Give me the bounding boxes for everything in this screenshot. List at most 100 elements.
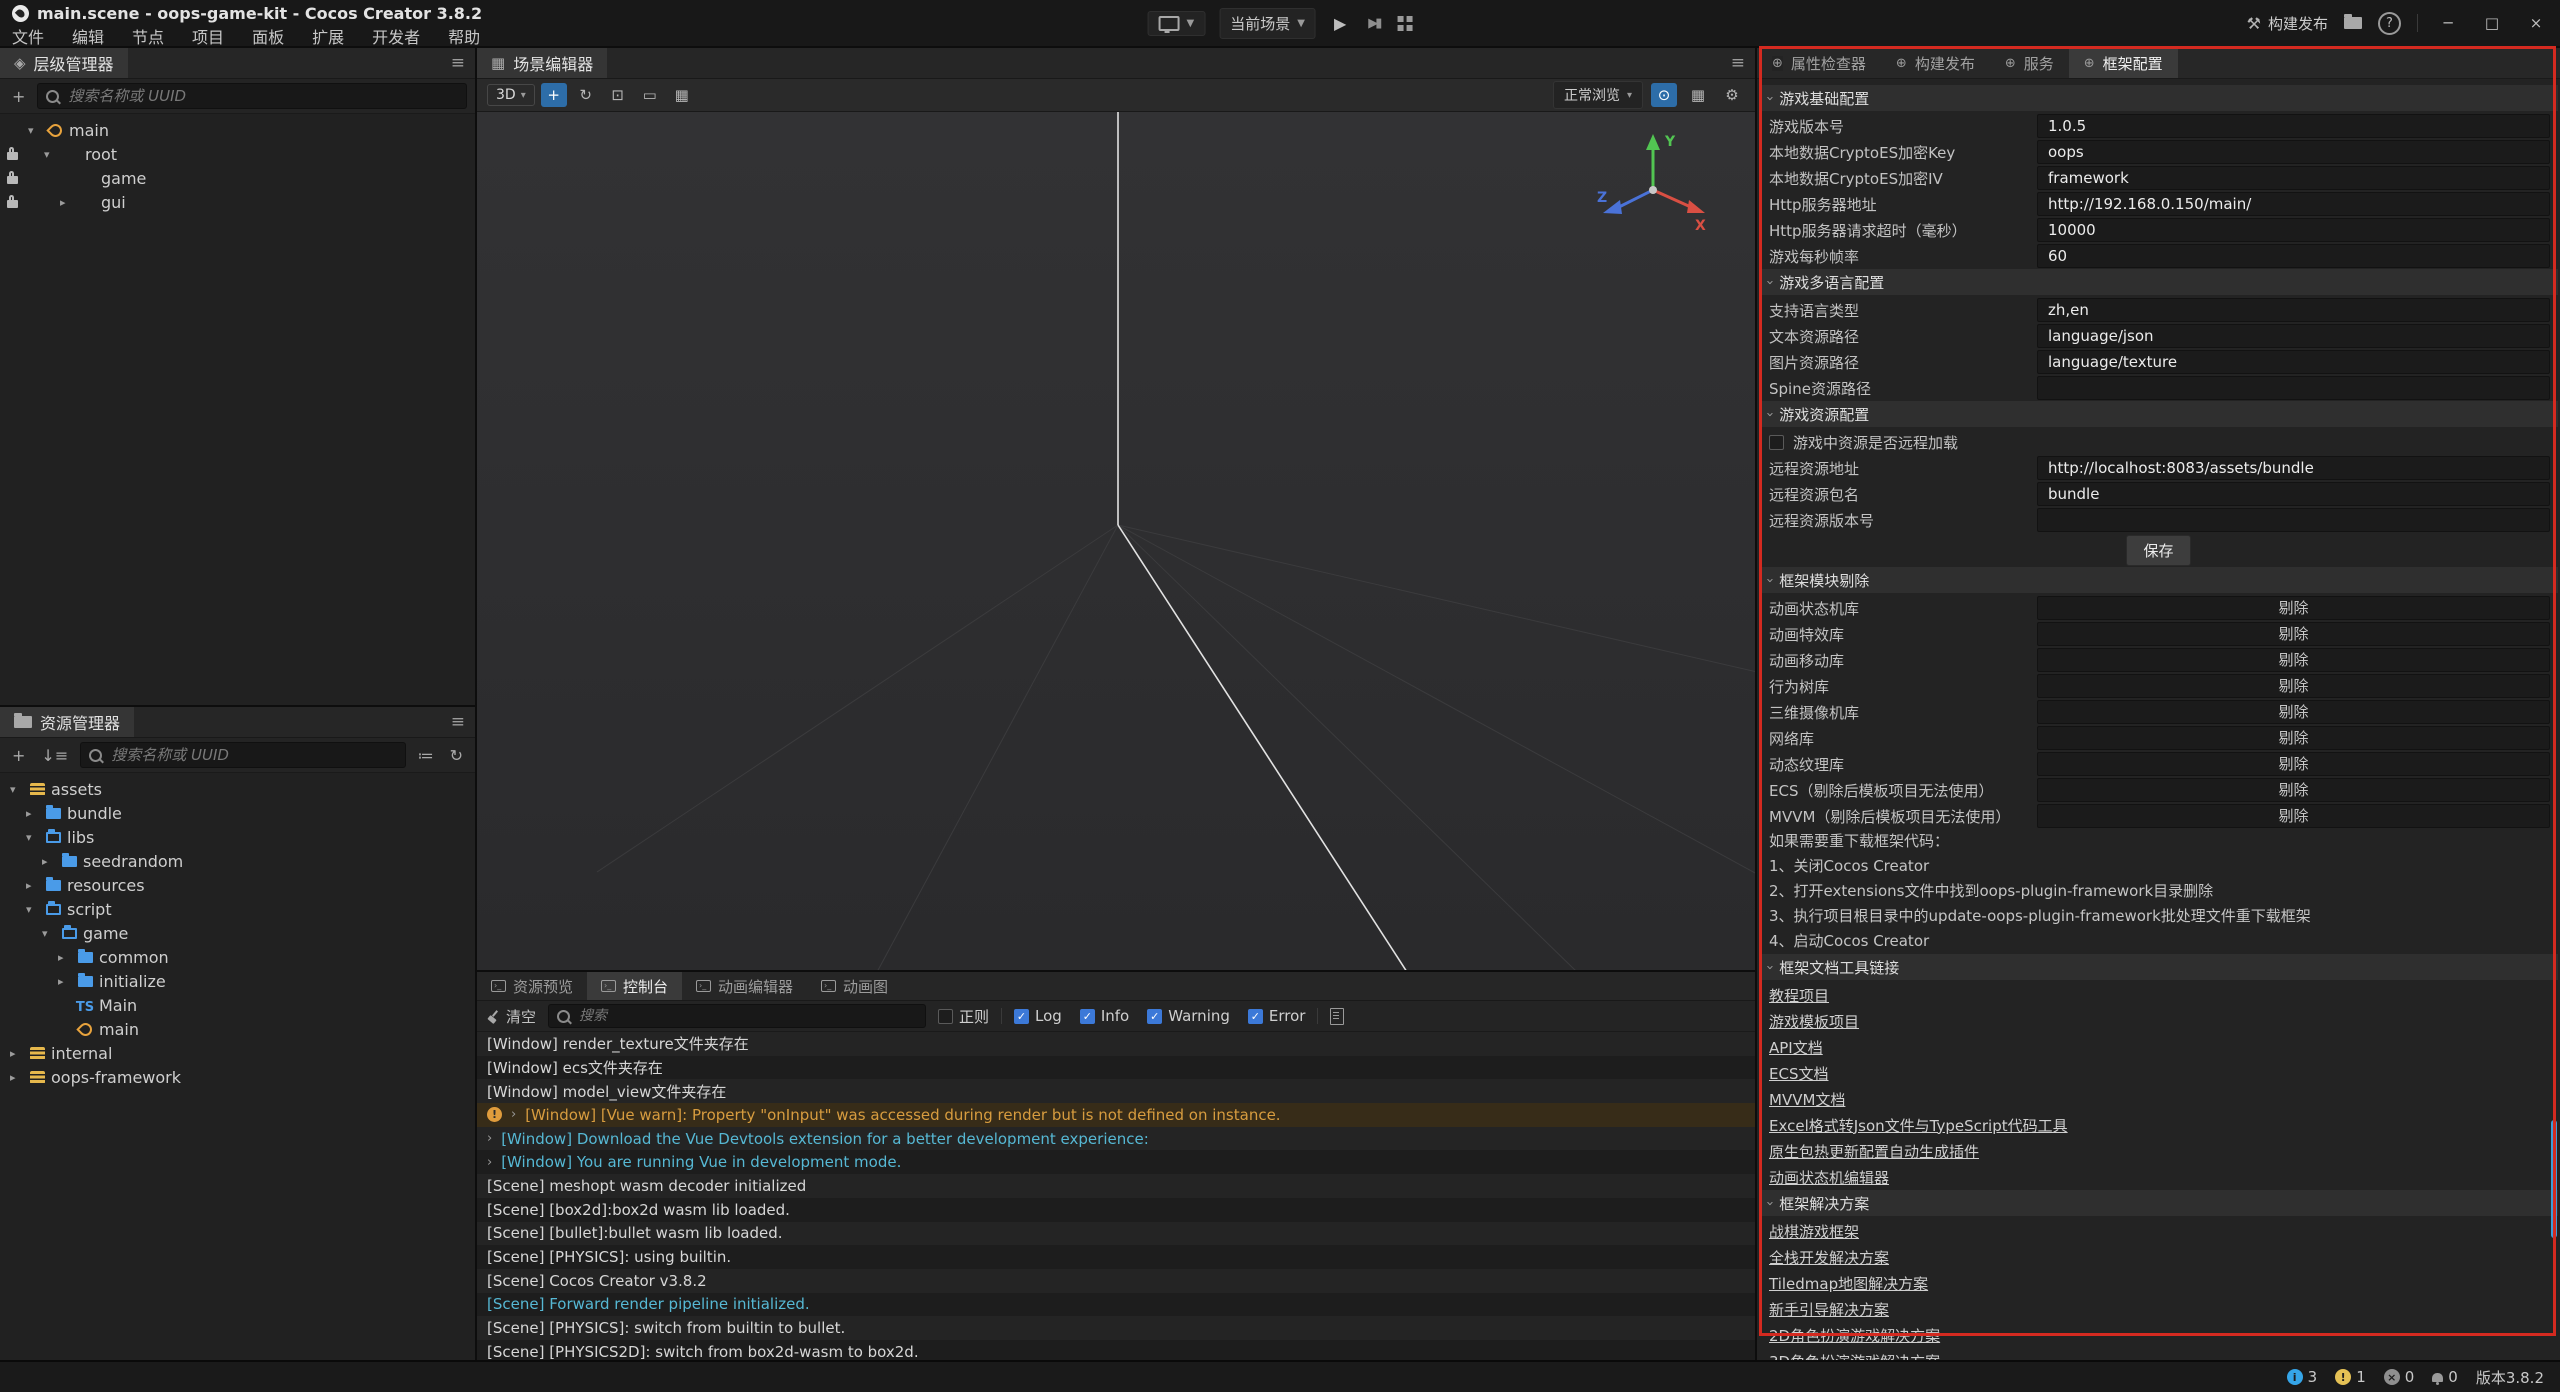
tree-item[interactable]: game — [0, 921, 475, 945]
notification-count[interactable]: 0 — [2432, 1368, 2458, 1386]
hierarchy-tab[interactable]: ◈ 层级管理器 — [0, 48, 128, 78]
log-row[interactable]: ! › [Window] model_view文件夹存在 — [477, 1079, 1755, 1103]
log-filter-checkbox[interactable]: Log — [1014, 1007, 1062, 1025]
filter-icon[interactable]: ≔ — [414, 746, 438, 765]
doc-link[interactable]: Excel格式转Json文件与TypeScript代码工具 — [1769, 1115, 2068, 1136]
remove-module-button[interactable]: 剔除 — [2037, 752, 2550, 776]
doc-link[interactable]: 原生包热更新配置自动生成插件 — [1769, 1141, 1979, 1162]
console-tab[interactable]: ›_ 动画图 — [807, 972, 902, 1000]
hierarchy-search-field[interactable] — [66, 86, 458, 106]
inspector-tab[interactable]: ⊕ 构建发布 — [1881, 48, 1990, 78]
view-mode-dropdown[interactable]: 正常浏览 ▾ — [1553, 81, 1643, 109]
log-row[interactable]: ! › [Scene] [bullet]:bullet wasm lib loa… — [477, 1222, 1755, 1246]
tree-item[interactable]: main — [0, 1017, 475, 1041]
section-header-basic[interactable]: › 游戏基础配置 — [1759, 85, 2558, 111]
expand-arrow-icon[interactable]: › — [511, 1107, 516, 1122]
text-input[interactable]: 60 — [2037, 244, 2550, 268]
collapse-log-icon[interactable] — [1330, 1008, 1344, 1025]
device-preview-dropdown[interactable]: ▼ — [1148, 11, 1206, 36]
tree-expand-arrow[interactable] — [42, 927, 59, 940]
console-tab[interactable]: ›_ 资源预览 — [477, 972, 587, 1000]
tree-expand-arrow[interactable] — [26, 903, 43, 916]
tree-expand-arrow[interactable] — [26, 879, 43, 892]
doc-link[interactable]: ECS文档 — [1769, 1063, 1828, 1084]
text-input[interactable]: framework — [2037, 166, 2550, 190]
log-row[interactable]: ! › [Scene] [box2d]:box2d wasm lib loade… — [477, 1198, 1755, 1222]
axis-gizmo[interactable]: Y X Z — [1595, 128, 1715, 248]
checkbox-checked-icon[interactable] — [1147, 1009, 1162, 1024]
assets-search-field[interactable] — [109, 745, 396, 765]
doc-link[interactable]: 教程项目 — [1769, 985, 1829, 1006]
create-asset-button[interactable]: + — [8, 746, 29, 765]
log-row[interactable]: ! › [Window] Download the Vue Devtools e… — [477, 1127, 1755, 1151]
maximize-button[interactable]: □ — [2478, 14, 2506, 32]
remove-module-button[interactable]: 剔除 — [2037, 622, 2550, 646]
solution-link[interactable]: 战棋游戏框架 — [1769, 1221, 1859, 1242]
text-input[interactable] — [2037, 508, 2550, 532]
scale-tool-button[interactable]: ⊡ — [605, 83, 631, 107]
text-input[interactable]: http://192.168.0.150/main/ — [2037, 192, 2550, 216]
remove-module-button[interactable]: 剔除 — [2037, 700, 2550, 724]
assets-tab[interactable]: 资源管理器 — [0, 707, 134, 737]
tree-expand-arrow[interactable] — [26, 807, 43, 820]
text-input[interactable]: bundle — [2037, 482, 2550, 506]
tree-item[interactable]: common — [0, 945, 475, 969]
section-header-modules[interactable]: › 框架模块剔除 — [1759, 567, 2558, 593]
tree-item[interactable]: script — [0, 897, 475, 921]
tree-expand-arrow[interactable] — [10, 1071, 27, 1084]
menu-item[interactable]: 节点 — [132, 24, 164, 44]
text-input[interactable]: language/json — [2037, 324, 2550, 348]
menu-item[interactable]: 项目 — [192, 24, 224, 44]
log-row[interactable]: ! › [Scene] Cocos Creator v3.8.2 — [477, 1269, 1755, 1293]
close-button[interactable]: × — [2522, 14, 2550, 32]
solution-link[interactable]: Tiledmap地图解决方案 — [1769, 1273, 1928, 1294]
log-row[interactable]: ! › [Scene] [PHYSICS]: using builtin. — [477, 1245, 1755, 1269]
tree-item[interactable]: oops-framework — [0, 1065, 475, 1089]
tree-expand-arrow[interactable] — [10, 783, 27, 796]
log-row[interactable]: ! › [Scene] Forward render pipeline init… — [477, 1293, 1755, 1317]
tree-expand-arrow[interactable] — [26, 831, 43, 844]
inspector-tab[interactable]: ⊕ 框架配置 — [2069, 48, 2178, 78]
log-row[interactable]: ! › [Window] render_texture文件夹存在 — [477, 1032, 1755, 1056]
checkbox-checked-icon[interactable] — [1014, 1009, 1029, 1024]
create-node-button[interactable]: + — [8, 87, 29, 106]
inspector-tab[interactable]: ⊕ 属性检查器 — [1757, 48, 1881, 78]
hierarchy-search-input[interactable] — [37, 83, 467, 109]
tree-item[interactable]: main — [0, 118, 475, 142]
menu-item[interactable]: 开发者 — [372, 24, 420, 44]
regex-checkbox[interactable]: 正则 — [938, 1006, 989, 1027]
tree-expand-arrow[interactable] — [42, 855, 59, 868]
tree-item[interactable]: Main — [0, 993, 475, 1017]
error-count[interactable]: × 0 — [2384, 1368, 2415, 1386]
remove-module-button[interactable]: 剔除 — [2037, 596, 2550, 620]
open-folder-icon[interactable] — [2344, 17, 2362, 29]
doc-link[interactable]: 动画状态机编辑器 — [1769, 1167, 1889, 1188]
scene-select-dropdown[interactable]: 当前场景 ▼ — [1219, 8, 1316, 39]
doc-link[interactable]: MVVM文档 — [1769, 1089, 1845, 1110]
log-row[interactable]: ! › [Scene] [PHYSICS]: switch from built… — [477, 1316, 1755, 1340]
section-header-language[interactable]: › 游戏多语言配置 — [1759, 269, 2558, 295]
tree-item[interactable]: assets — [0, 777, 475, 801]
remove-module-button[interactable]: 剔除 — [2037, 804, 2550, 828]
tree-expand-arrow[interactable] — [58, 951, 75, 964]
log-row[interactable]: ! › [Window] [Vue warn]: Property "onInp… — [477, 1103, 1755, 1127]
tree-expand-arrow[interactable] — [28, 124, 45, 137]
tree-item[interactable]: gui — [0, 190, 475, 214]
text-input[interactable]: language/texture — [2037, 350, 2550, 374]
text-input[interactable]: oops — [2037, 140, 2550, 164]
step-button[interactable]: ▶▮ — [1364, 16, 1383, 31]
assets-search-input[interactable] — [80, 742, 405, 768]
tree-item[interactable]: libs — [0, 825, 475, 849]
tree-item[interactable]: game — [0, 166, 475, 190]
checkbox-checked-icon[interactable] — [1080, 1009, 1095, 1024]
text-input[interactable]: 10000 — [2037, 218, 2550, 242]
panel-menu-icon[interactable]: ≡ — [451, 48, 465, 78]
console-tab[interactable]: ›_ 控制台 — [587, 972, 682, 1000]
menu-item[interactable]: 编辑 — [72, 24, 104, 44]
sort-icon[interactable]: ↓≡ — [37, 746, 72, 765]
scene-viewport[interactable]: Y X Z — [477, 112, 1755, 972]
refresh-icon[interactable]: ↻ — [446, 746, 467, 765]
rotate-tool-button[interactable]: ↻ — [573, 83, 599, 107]
remove-module-button[interactable]: 剔除 — [2037, 674, 2550, 698]
checkbox-unchecked-icon[interactable] — [1769, 435, 1784, 450]
